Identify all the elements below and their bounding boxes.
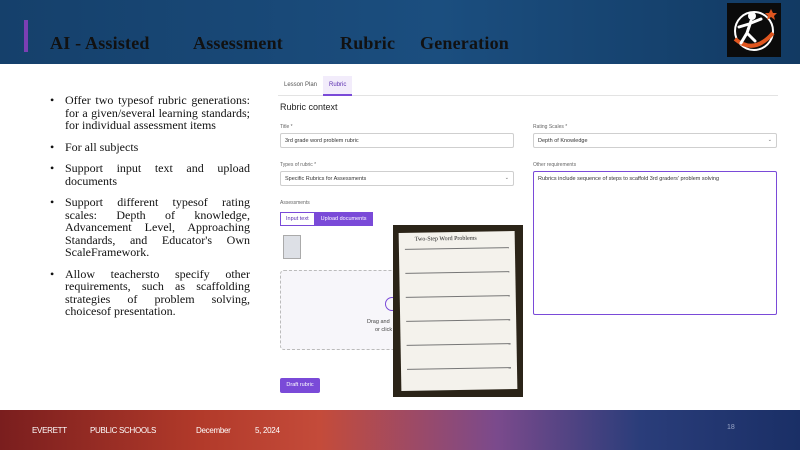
- rubric-app-screenshot: Lesson Plan Rubric Rubric context Title …: [278, 72, 782, 402]
- dropzone-text: Drag and: [367, 319, 390, 325]
- other-label: Other requirements: [533, 162, 577, 168]
- worksheet-line: [405, 271, 510, 274]
- worksheet-line: [406, 319, 511, 322]
- worksheet-line: [407, 367, 512, 370]
- tab-rubric[interactable]: Rubric: [323, 76, 353, 96]
- slide-title: AI - Assisted Assessment Rubric Generation: [50, 33, 509, 54]
- footer-date: 5, 2024: [255, 426, 280, 435]
- input-mode-toggle: Input text Upload documents: [280, 212, 373, 226]
- school-logo: [727, 3, 781, 57]
- draft-rubric-button[interactable]: Draft rubric: [280, 378, 320, 393]
- bullet-item: Allow teachersto specify other requireme…: [50, 267, 250, 318]
- chevron-down-icon: ⌄: [504, 175, 509, 181]
- worksheet-title: Two-Step Word Problems: [414, 235, 477, 243]
- rating-select[interactable]: Depth of Knowledge ⌄: [533, 133, 777, 148]
- bullet-item: Support input text and upload documents: [50, 162, 250, 187]
- tab-lesson-plan[interactable]: Lesson Plan: [278, 76, 323, 96]
- file-dropzone[interactable]: Drag and or click: [280, 270, 399, 350]
- title-value: 3rd grade word problem rubric: [285, 138, 359, 144]
- worksheet-photo: Two-Step Word Problems: [393, 225, 523, 397]
- input-text-button[interactable]: Input text: [280, 212, 315, 226]
- rating-label: Rating Scales *: [533, 124, 568, 130]
- other-requirements-textarea[interactable]: Rubrics include sequence of steps to sca…: [533, 171, 777, 315]
- slide-footer: EVERETT PUBLIC SCHOOLS December 5, 2024 …: [0, 410, 800, 450]
- runner-logo-icon: [733, 9, 777, 51]
- title-word: Assessment: [193, 33, 283, 53]
- other-value: Rubrics include sequence of steps to sca…: [538, 176, 720, 182]
- page-number: 18: [727, 424, 735, 431]
- footer-org-2: PUBLIC SCHOOLS: [90, 426, 157, 435]
- worksheet-line: [405, 295, 510, 298]
- section-title: Rubric context: [280, 102, 338, 112]
- tab-bar: Lesson Plan Rubric: [278, 76, 778, 96]
- title-word: Generation: [420, 33, 509, 53]
- worksheet-line: [404, 247, 509, 250]
- uploaded-file-thumbnail[interactable]: [283, 235, 301, 259]
- upload-documents-button[interactable]: Upload documents: [314, 212, 373, 226]
- bullet-item: Support different typesof rating scales:…: [50, 196, 250, 259]
- bullet-item: For all subjects: [50, 140, 250, 154]
- rating-value: Depth of Knowledge: [538, 138, 588, 144]
- slide-header: AI - Assisted Assessment Rubric Generation: [0, 0, 800, 64]
- type-value: Specific Rubrics for Assessments: [285, 176, 367, 182]
- title-label: Title *: [280, 124, 293, 130]
- dropzone-text-2: or click: [375, 327, 393, 333]
- chevron-down-icon: ⌄: [767, 137, 772, 143]
- type-label: Types of rubric *: [280, 162, 317, 168]
- header-accent-bar: [24, 20, 28, 52]
- footer-org-1: EVERETT: [32, 426, 67, 435]
- title-word: Rubric: [340, 33, 396, 53]
- worksheet-line: [406, 343, 511, 346]
- type-select[interactable]: Specific Rubrics for Assessments ⌄: [280, 171, 514, 186]
- bullet-item: Offer two typesof rubric generations: fo…: [50, 94, 250, 132]
- title-input[interactable]: 3rd grade word problem rubric: [280, 133, 514, 148]
- worksheet-paper: Two-Step Word Problems: [398, 230, 518, 392]
- feature-bullet-list: Offer two typesof rubric generations: fo…: [50, 94, 250, 327]
- assessments-label: Assessments: [280, 200, 310, 206]
- title-word: AI - Assisted: [50, 33, 150, 53]
- footer-month: December: [196, 426, 231, 435]
